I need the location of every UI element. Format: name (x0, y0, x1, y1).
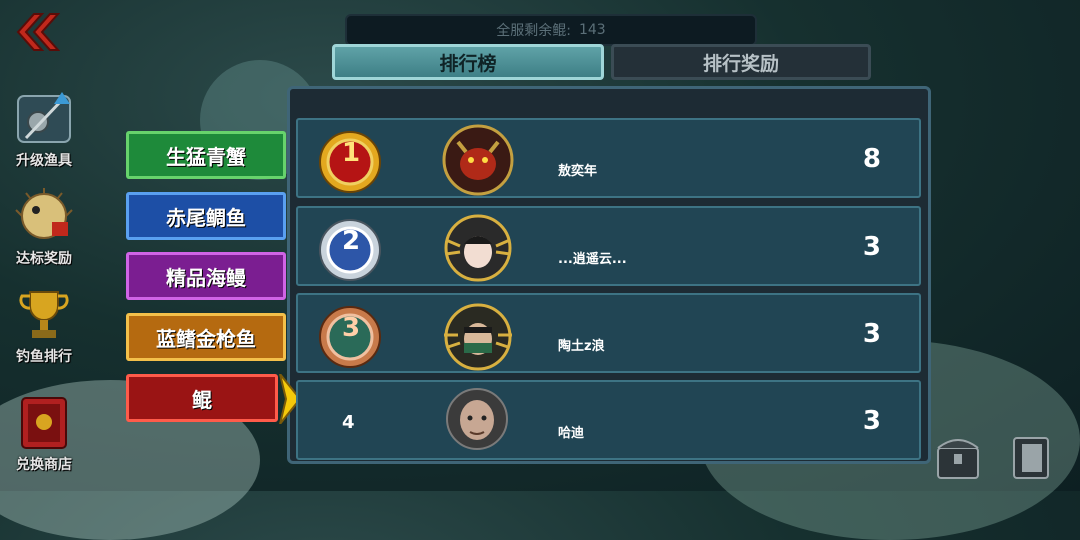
counter-value: 143 (578, 22, 606, 38)
tab-rewards[interactable]: 排行奖励 (611, 44, 871, 80)
side-item-exchange-shop[interactable]: 兑换商店 (6, 392, 82, 474)
avatar-geisha-icon (444, 214, 512, 282)
player-score: 8 (862, 144, 881, 174)
treasure-chest-icon[interactable] (934, 432, 982, 482)
avatar-bald-man-icon (446, 388, 508, 450)
rank-number: 2 (342, 226, 361, 256)
tab-ranking[interactable]: 排行榜 (332, 44, 604, 80)
counter-label: 全服剩余鲲: (496, 23, 571, 39)
avatar-dragon-icon (442, 124, 514, 196)
player-score: 3 (862, 319, 881, 349)
rank-number: 4 (342, 412, 355, 433)
card-book-icon[interactable] (1008, 432, 1056, 482)
leaderboard-row: 1 敖奕年 8 (296, 118, 921, 198)
fish-category-green-crab[interactable]: 生猛青蟹 (126, 131, 286, 179)
side-item-label: 钓鱼排行 (16, 349, 72, 365)
side-item-label: 升级渔具 (16, 153, 72, 169)
leaderboard-row: 4 哈迪 3 (296, 380, 921, 460)
rank-number: 3 (342, 313, 361, 343)
back-arrow-icon[interactable] (14, 12, 60, 52)
pufferfish-icon (15, 188, 73, 239)
player-name: 敖奕年 (558, 164, 598, 179)
leaderboard-row: 3 陶土z浪 3 (296, 293, 921, 373)
side-item-label: 兑换商店 (16, 457, 72, 473)
player-name: ...逍遥云... (558, 252, 627, 267)
player-score: 3 (862, 232, 881, 262)
side-item-label: 达标奖励 (16, 251, 72, 267)
side-item-fishing-ranking[interactable]: 钓鱼排行 (6, 284, 82, 366)
leaderboard-row: 2 ...逍遥云... 3 (296, 206, 921, 286)
avatar-ninja-icon (444, 303, 512, 371)
player-name: 陶土z浪 (558, 339, 605, 354)
fishing-rod-icon (17, 92, 71, 143)
side-item-goal-reward[interactable]: 达标奖励 (6, 186, 82, 268)
fish-category-red-snapper[interactable]: 赤尾鲷鱼 (126, 192, 286, 240)
fish-category-eel[interactable]: 精品海鳗 (126, 252, 286, 300)
rank-number: 1 (342, 138, 361, 168)
server-remaining-counter: 全服剩余鲲: 143 (345, 14, 757, 46)
side-item-upgrade-gear[interactable]: 升级渔具 (6, 88, 82, 170)
fish-category-bluefin-tuna[interactable]: 蓝鳍金枪鱼 (126, 313, 286, 361)
player-score: 3 (862, 406, 881, 436)
shop-book-icon (21, 397, 67, 449)
player-name: 哈迪 (558, 426, 585, 441)
trophy-icon (19, 291, 69, 338)
fish-category-kun[interactable]: 鲲 (126, 374, 278, 422)
